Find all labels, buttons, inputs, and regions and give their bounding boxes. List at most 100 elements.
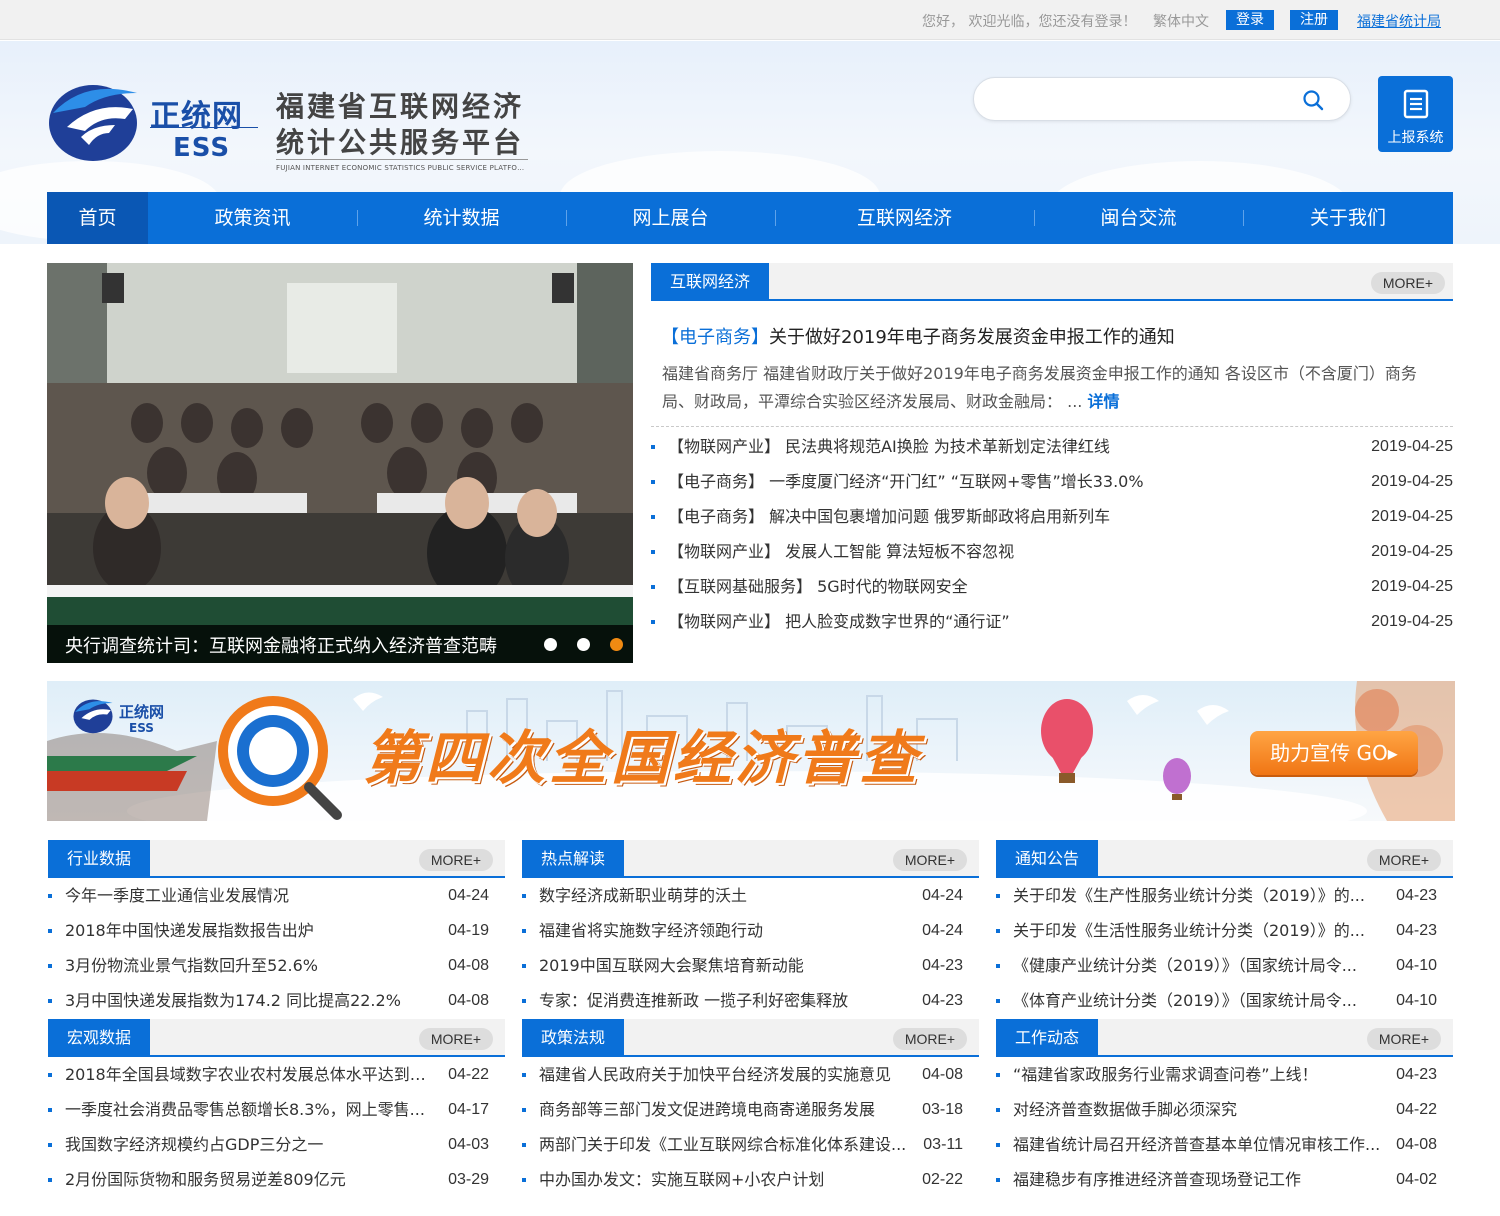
banner-logo-cn: 正统网: [119, 703, 165, 721]
more-button[interactable]: MORE+: [418, 849, 493, 871]
list-item-title: 2月份国际货物和服务贸易逆差809亿元: [65, 1170, 346, 1189]
list-item[interactable]: 我国数字经济规模约占GDP三分之一 04-03: [48, 1133, 489, 1157]
featured-summary-text: 福建省商务厅 福建省财政厅关于做好2019年电子商务发展资金申报工作的通知 各设…: [662, 364, 1417, 411]
list-item[interactable]: 关于印发《生产性服务业统计分类（2019）》的... 04-23: [996, 884, 1437, 908]
list-item[interactable]: 福建省将实施数字经济领跑行动 04-24: [522, 919, 963, 943]
detail-link[interactable]: 详情: [1087, 392, 1119, 411]
news-item[interactable]: 【物联网产业】 民法典将规范AI换脸 为技术革新划定法律红线 2019-04-25: [651, 435, 1453, 459]
slide-dot-3[interactable]: [610, 638, 623, 651]
news-item[interactable]: 【互联网基础服务】 5G时代的物联网安全 2019-04-25: [651, 575, 1453, 599]
list-item-date: 03-11: [923, 1136, 963, 1153]
list-item[interactable]: 专家：促消费连推新政 一揽子利好密集释放 04-23: [522, 989, 963, 1013]
register-button[interactable]: 注册: [1290, 10, 1338, 30]
slide-caption-bar: 央行调查统计司：互联网金融将正式纳入经济普查范畴: [47, 625, 633, 663]
tab-notices[interactable]: 通知公告: [996, 840, 1099, 878]
news-title: 【物联网产业】 民法典将规范AI换脸 为技术革新划定法律红线: [668, 437, 1110, 456]
featured-title[interactable]: 【电子商务】关于做好2019年电子商务发展资金申报工作的通知: [661, 323, 1175, 349]
featured-category: 【电子商务】: [661, 327, 769, 348]
nav-policy-news[interactable]: 政策资讯: [148, 192, 357, 244]
news-date: 2019-04-25: [1371, 438, 1453, 455]
slide-image[interactable]: [47, 263, 633, 663]
list-item-date: 04-08: [1396, 1136, 1437, 1153]
news-item[interactable]: 【物联网产业】 把人脸变成数字世界的“通行证” 2019-04-25: [651, 610, 1453, 634]
nav-home[interactable]: 首页: [47, 192, 148, 244]
list-item[interactable]: 2019中国互联网大会聚焦培育新动能 04-23: [522, 954, 963, 978]
news-date: 2019-04-25: [1371, 578, 1453, 595]
login-button[interactable]: 登录: [1226, 10, 1274, 30]
news-title: 【物联网产业】 发展人工智能 算法短板不容忽视: [668, 542, 1015, 561]
list-item-date: 02-22: [922, 1171, 963, 1188]
news-date: 2019-04-25: [1371, 473, 1453, 490]
list-item[interactable]: 3月份物流业景气指数回升至52.6% 04-08: [48, 954, 489, 978]
list-item[interactable]: 福建省人民政府关于加快平台经济发展的实施意见 04-08: [522, 1063, 963, 1087]
news-item[interactable]: 【电子商务】 解决中国包裹增加问题 俄罗斯邮政将启用新列车 2019-04-25: [651, 505, 1453, 529]
nav-statistics[interactable]: 统计数据: [357, 192, 566, 244]
nav-online-exhibition[interactable]: 网上展台: [566, 192, 775, 244]
list-item[interactable]: “福建省家政服务行业需求调查问卷”上线！ 04-23: [996, 1063, 1437, 1087]
report-system-button[interactable]: 上报系统: [1378, 76, 1453, 152]
news-item[interactable]: 【电子商务】 一季度厦门经济“开门红” “互联网+零售”增长33.0% 2019-…: [651, 470, 1453, 494]
list-item[interactable]: 2018年中国快递发展指数报告出炉 04-19: [48, 919, 489, 943]
tab-macro-data[interactable]: 宏观数据: [48, 1019, 151, 1057]
more-button[interactable]: MORE+: [418, 1028, 493, 1050]
list-item[interactable]: 3月中国快递发展指数为174.2 同比提高22.2% 04-08: [48, 989, 489, 1013]
document-icon: [1403, 89, 1429, 119]
census-banner[interactable]: 正统网 ESS 2018 第四次全国经济普查 助力宣传 GO▸: [47, 681, 1455, 821]
list-item-title: 2019中国互联网大会聚焦培育新动能: [539, 956, 804, 975]
slide-dot-1[interactable]: [544, 638, 557, 651]
more-button[interactable]: MORE+: [1370, 272, 1445, 294]
nav-internet-economy[interactable]: 互联网经济: [775, 192, 1034, 244]
list-item-title: 关于印发《生活性服务业统计分类（2019）》的...: [1013, 921, 1365, 940]
list-item[interactable]: 对经济普查数据做手脚必须深究 04-22: [996, 1098, 1437, 1122]
list-item-title: 中办国办发文：实施互联网+小农户计划: [539, 1170, 825, 1189]
more-button[interactable]: MORE+: [1366, 849, 1441, 871]
list-item[interactable]: 关于印发《生活性服务业统计分类（2019）》的... 04-23: [996, 919, 1437, 943]
banner-go-button[interactable]: 助力宣传 GO▸: [1250, 731, 1418, 775]
list-item[interactable]: 2018年全国县域数字农业农村发展总体水平达到3... 04-22: [48, 1063, 489, 1087]
tab-internet-economy[interactable]: 互联网经济: [651, 263, 770, 301]
bureau-link[interactable]: 福建省统计局: [1357, 11, 1441, 31]
traditional-chinese-link[interactable]: 繁体中文: [1153, 11, 1209, 31]
search-icon[interactable]: [1302, 89, 1324, 111]
banner-logo-icon: [73, 699, 113, 734]
search-box[interactable]: [973, 77, 1351, 121]
list-item-date: 04-22: [448, 1066, 489, 1083]
slideshow[interactable]: 央行调查统计司：互联网金融将正式纳入经济普查范畴: [47, 263, 633, 663]
nav-about-us[interactable]: 关于我们: [1243, 192, 1453, 244]
list-item-date: 04-23: [1396, 922, 1437, 939]
logo-icon[interactable]: [45, 75, 141, 165]
more-button[interactable]: MORE+: [892, 849, 967, 871]
nav-fujian-taiwan[interactable]: 闽台交流: [1034, 192, 1243, 244]
news-item[interactable]: 【物联网产业】 发展人工智能 算法短板不容忽视 2019-04-25: [651, 540, 1453, 564]
list-item-date: 04-23: [1396, 887, 1437, 904]
policies-regulations-section: 政策法规 MORE+ 福建省人民政府关于加快平台经济发展的实施意见 04-08 商务部等…: [522, 1019, 979, 1189]
site-title-line2: 统计公共服务平台: [276, 126, 525, 159]
list-item[interactable]: 数字经济成新职业萌芽的沃土 04-24: [522, 884, 963, 908]
slide-dot-2[interactable]: [577, 638, 590, 651]
list-item[interactable]: 商务部等三部门发文促进跨境电商寄递服务发展 03-18: [522, 1098, 963, 1122]
list-item-title: “福建省家政服务行业需求调查问卷”上线！: [1013, 1065, 1318, 1084]
list-item[interactable]: 《健康产业统计分类（2019）》（国家统计局令... 04-10: [996, 954, 1437, 978]
tab-work-news[interactable]: 工作动态: [996, 1019, 1099, 1057]
list-item[interactable]: 福建稳步有序推进经济普查现场登记工作 04-02: [996, 1168, 1437, 1192]
list-item-title: 今年一季度工业通信业发展情况: [65, 886, 290, 905]
list-item[interactable]: 福建省统计局召开经济普查基本单位情况审核工作... 04-08: [996, 1133, 1437, 1157]
search-input[interactable]: [992, 87, 1292, 113]
tab-policies-regulations[interactable]: 政策法规: [522, 1019, 625, 1057]
greeting-text: 您好， 欢迎光临，您还没有登录！: [922, 14, 1137, 30]
list-item-date: 03-29: [448, 1171, 489, 1188]
list-item[interactable]: 中办国办发文：实施互联网+小农户计划 02-22: [522, 1168, 963, 1192]
logo-text-cn: 正统网: [150, 99, 243, 134]
tab-hot-topics[interactable]: 热点解读: [522, 840, 625, 878]
tab-industry-data[interactable]: 行业数据: [48, 840, 151, 878]
slide-caption[interactable]: 央行调查统计司：互联网金融将正式纳入经济普查范畴: [65, 632, 497, 658]
list-item[interactable]: 今年一季度工业通信业发展情况 04-24: [48, 884, 489, 908]
list-item[interactable]: 一季度社会消费品零售总额增长8.3%，网上零售... 04-17: [48, 1098, 489, 1122]
list-item[interactable]: 两部门关于印发《工业互联网综合标准化体系建设... 03-11: [522, 1133, 963, 1157]
work-news-section: 工作动态 MORE+ “福建省家政服务行业需求调查问卷”上线！ 04-23 对经济普查数…: [996, 1019, 1453, 1189]
list-item[interactable]: 2月份国际货物和服务贸易逆差809亿元 03-29: [48, 1168, 489, 1192]
section-header: 工作动态 MORE+: [996, 1019, 1453, 1057]
more-button[interactable]: MORE+: [892, 1028, 967, 1050]
more-button[interactable]: MORE+: [1366, 1028, 1441, 1050]
list-item[interactable]: 《体育产业统计分类（2019）》（国家统计局令... 04-10: [996, 989, 1437, 1013]
